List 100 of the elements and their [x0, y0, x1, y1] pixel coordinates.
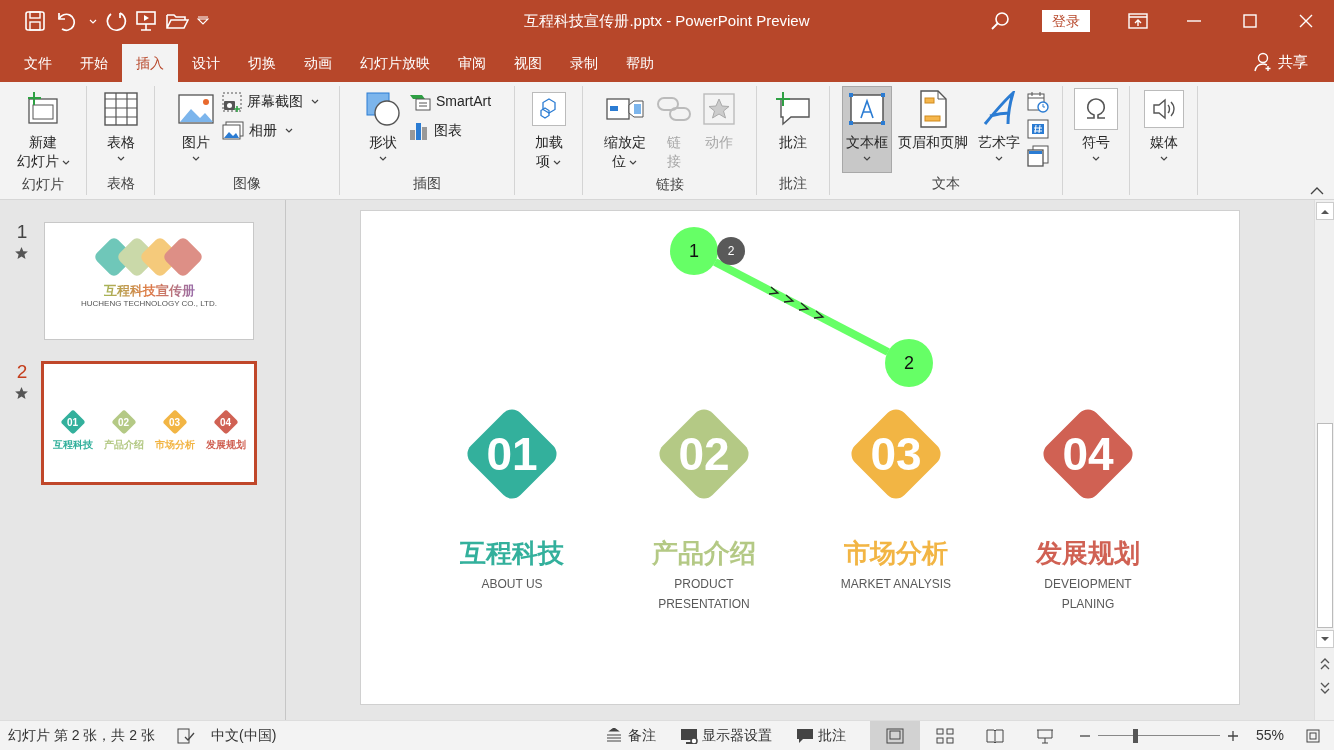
status-button[interactable]: 批注 — [795, 725, 846, 746]
calendar-icon — [1027, 91, 1049, 113]
ribbon-button[interactable]: 缩放定 位 — [599, 86, 650, 174]
previous-slide-icon[interactable] — [1319, 658, 1330, 670]
object-button[interactable] — [1026, 144, 1050, 168]
ribbon-tab[interactable]: 设计 — [178, 44, 234, 82]
number-tile: 02 — [652, 402, 756, 506]
text-box-icon — [848, 92, 886, 126]
number-tile: 03 — [161, 409, 188, 435]
ribbon-button[interactable]: 表格 — [98, 86, 143, 173]
ribbon-display-icon[interactable] — [1128, 13, 1148, 29]
status-button[interactable]: 备注 — [605, 725, 656, 746]
ribbon-button[interactable]: 图片 — [173, 86, 218, 173]
ribbon-button[interactable]: 屏幕截图 — [219, 90, 321, 113]
ribbon-tab[interactable]: 插入 — [122, 44, 178, 82]
normal-view-icon — [885, 727, 904, 744]
language-indicator[interactable]: 中文(中国) — [211, 725, 277, 746]
notes-icon — [605, 727, 624, 744]
item-title: 产品介绍 — [652, 537, 756, 570]
ribbon-button[interactable]: 媒体 — [1139, 86, 1188, 173]
save-icon[interactable] — [24, 10, 46, 32]
ribbon-tab[interactable]: 开始 — [66, 44, 122, 82]
share-label[interactable]: 共享 — [1278, 50, 1308, 74]
search-icon[interactable] — [990, 11, 1010, 31]
ribbon-tab[interactable]: 帮助 — [612, 44, 668, 82]
folder-icon[interactable] — [165, 11, 189, 31]
scroll-up-icon[interactable] — [1320, 208, 1329, 214]
slide-number: 2 — [15, 362, 29, 382]
ribbon-tab[interactable]: 录制 — [556, 44, 612, 82]
ribbon-button[interactable]: SmartArt — [406, 90, 494, 113]
calendar-button[interactable] — [1026, 90, 1050, 114]
slide-number-button[interactable] — [1026, 118, 1050, 140]
ribbon-button[interactable]: 形状 — [360, 86, 405, 173]
customize-icon[interactable] — [197, 16, 209, 26]
group-label: 幻灯片 — [21, 175, 65, 194]
item-title: 互程科技 — [460, 537, 564, 570]
person-add-icon[interactable] — [1254, 52, 1274, 72]
slide-thumbnail[interactable]: 01 互程科技 02 产品介绍 03 市场分析 04 发展规划 — [41, 361, 257, 485]
close-icon[interactable] — [1299, 14, 1313, 28]
group-label: 批注 — [778, 174, 808, 193]
number-tile: 02 — [110, 409, 137, 435]
redo-icon[interactable] — [105, 10, 127, 32]
caret-icon — [89, 18, 97, 24]
item-subtitle: MARKET ANALYSIS — [840, 576, 952, 593]
new-slide-icon — [25, 91, 61, 127]
scroll-down-icon[interactable] — [1320, 636, 1329, 642]
number-tile: 04 — [1036, 402, 1140, 506]
fit-to-window-icon[interactable] — [1306, 728, 1320, 743]
zoom-icon — [605, 95, 644, 123]
group-label: 表格 — [105, 174, 136, 193]
ribbon-button[interactable]: 艺术字 — [974, 86, 1024, 173]
ribbon-button[interactable]: 图表 — [406, 119, 494, 142]
word-art-icon — [982, 91, 1016, 127]
group-label: 插图 — [412, 174, 442, 193]
zoom-level[interactable]: 55% — [1255, 725, 1284, 746]
ribbon-button[interactable]: 新建 幻灯片 — [12, 86, 74, 174]
cover-subtitle: HUCHENG TECHNOLOGY CO., LTD. — [80, 299, 218, 309]
camera-icon — [221, 91, 242, 112]
collapse-icon[interactable] — [1310, 187, 1324, 195]
ribbon-button[interactable]: 文本框 — [842, 86, 892, 173]
vertical-scrollbar[interactable] — [1314, 200, 1334, 720]
ribbon-tab[interactable]: 视图 — [500, 44, 556, 82]
ribbon-tab[interactable]: 动画 — [290, 44, 346, 82]
item-title: 发展规划 — [205, 439, 246, 451]
animation-marker[interactable]: 2 — [885, 339, 933, 387]
item-title: 互程科技 — [52, 439, 93, 451]
maximize-icon[interactable] — [1243, 14, 1257, 28]
ribbon-button[interactable]: 相册 — [219, 119, 321, 142]
picture-icon — [177, 93, 214, 125]
ribbon-tab[interactable]: 切换 — [234, 44, 290, 82]
ribbon-tab[interactable]: 审阅 — [444, 44, 500, 82]
animation-star-icon — [15, 387, 28, 400]
ribbon-button[interactable]: 加载 项 — [527, 86, 570, 174]
status-button[interactable]: 显示器设置 — [679, 725, 772, 746]
zoom-in-icon[interactable] — [1227, 730, 1238, 741]
group-label: 文本 — [931, 174, 961, 193]
slide-thumbnail[interactable]: 互程科技宣传册 HUCHENG TECHNOLOGY CO., LTD. — [44, 222, 254, 340]
accessibility-icon[interactable] — [177, 727, 196, 744]
ribbon-button[interactable]: 批注 — [771, 86, 815, 173]
item-title: 产品介绍 — [103, 439, 144, 451]
sign-in-button[interactable]: 登录 — [1042, 10, 1090, 32]
ribbon-tab[interactable]: 文件 — [10, 44, 66, 82]
speaker-icon — [1143, 90, 1184, 128]
presentation-icon[interactable] — [135, 10, 157, 32]
smartart-icon — [408, 92, 431, 111]
item-title: 市场分析 — [844, 537, 948, 570]
slide-show-icon — [1035, 727, 1054, 744]
animation-marker[interactable]: 1 — [670, 227, 718, 275]
ribbon-button[interactable]: 页眉和页脚 — [894, 86, 972, 173]
group-label: 链接 — [654, 175, 685, 194]
ribbon-tab[interactable]: 幻灯片放映 — [346, 44, 444, 82]
next-slide-icon[interactable] — [1319, 682, 1330, 694]
bar-chart-icon — [408, 120, 429, 141]
ribbon-button[interactable]: 符号 — [1070, 86, 1122, 173]
item-subtitle: ABOUT US — [481, 576, 543, 593]
table-icon — [102, 91, 139, 127]
item-subtitle: DEVEIOPMENT PLANING — [1044, 576, 1132, 613]
window-title: 互程科技宣传册.pptx - PowerPoint Preview — [524, 10, 810, 31]
slide-counter: 幻灯片 第 2 张，共 2 张 — [8, 726, 156, 745]
number-tile: 03 — [844, 402, 948, 506]
